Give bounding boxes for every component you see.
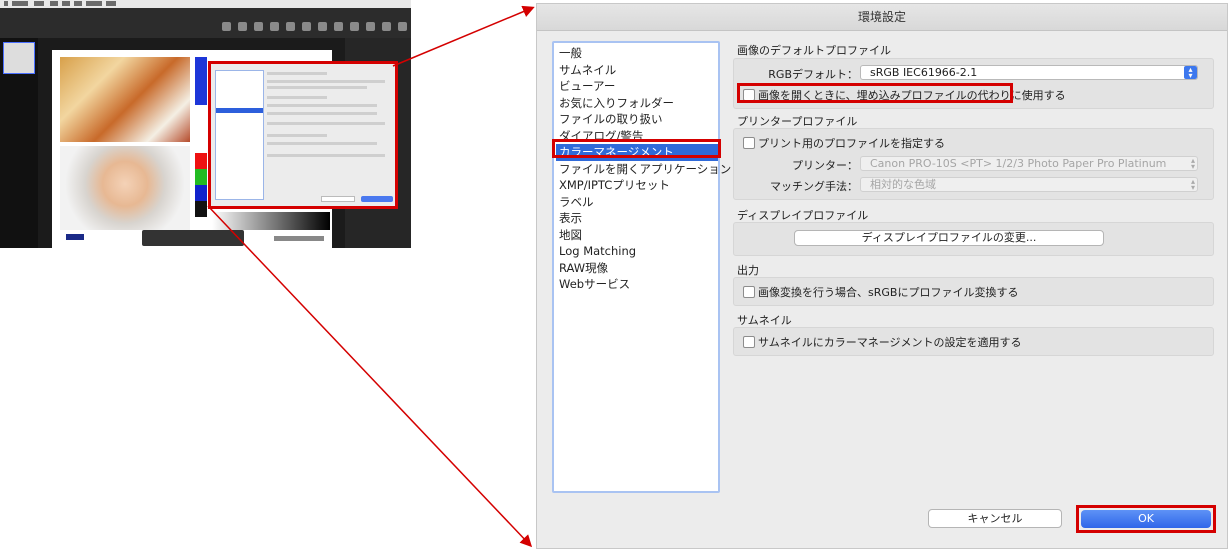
thumbnail-preferences-dialog — [208, 61, 398, 209]
category-item-web-services[interactable]: Webサービス — [556, 276, 718, 293]
category-item-display[interactable]: 表示 — [556, 210, 718, 227]
color-strip — [195, 57, 207, 217]
printer-value: Canon PRO-10S <PT> 1/2/3 Photo Paper Pro… — [870, 157, 1167, 170]
display-profile-group: ディスプレイプロファイルの変更... — [733, 222, 1214, 256]
printer-profile-label: プリント用のプロファイルを指定する — [758, 137, 945, 150]
category-item-log-matching[interactable]: Log Matching — [556, 243, 718, 260]
arrow-to-dialog-bottom — [207, 205, 533, 548]
food-photo — [60, 57, 190, 142]
category-item-color-management[interactable]: カラーマネージメント — [556, 144, 718, 161]
default-profile-group: RGBデフォルト： sRGB IEC61966-2.1 ▴ ▾ 画像を開くときに、… — [733, 58, 1214, 109]
printer-profile-group: プリント用のプロファイルを指定する プリンター： Canon PRO-10S <… — [733, 128, 1214, 200]
category-item-open-with[interactable]: ファイルを開くアプリケーション — [556, 161, 731, 178]
category-item-xmp-presets[interactable]: XMP/IPTCプリセット — [556, 177, 718, 194]
category-item-label[interactable]: ラベル — [556, 194, 718, 211]
category-item-favorites[interactable]: お気に入りフォルダー — [556, 95, 718, 112]
thumbnail-title: サムネイル — [737, 314, 792, 327]
chevron-updown-icon: ▴ ▾ — [1190, 156, 1195, 171]
brand-logo — [66, 234, 84, 240]
chevron-updown-icon: ▴ ▾ — [1190, 177, 1195, 192]
cancel-button[interactable]: キャンセル — [928, 509, 1062, 528]
category-item-viewer[interactable]: ビューアー — [556, 78, 718, 95]
thumbnail-hud — [142, 230, 244, 246]
embedded-profile-checkbox[interactable] — [743, 89, 755, 101]
thumbnail-toolbar — [0, 8, 411, 38]
dialog-title: 環境設定 — [537, 4, 1227, 31]
category-item-map[interactable]: 地図 — [556, 227, 718, 244]
matching-method-label: マッチング手法： — [770, 180, 858, 193]
default-profile-title: 画像のデフォルトプロファイル — [737, 44, 891, 57]
category-item-file-handling[interactable]: ファイルの取り扱い — [556, 111, 718, 128]
rgb-default-select[interactable]: sRGB IEC61966-2.1 ▴ ▾ — [860, 65, 1198, 80]
category-item-thumbnail[interactable]: サムネイル — [556, 62, 718, 79]
app-screenshot-thumbnail — [0, 0, 411, 248]
thumbnail-cm-label: サムネイルにカラーマネージメントの設定を適用する — [758, 336, 1022, 349]
change-display-profile-button[interactable]: ディスプレイプロファイルの変更... — [794, 230, 1104, 246]
convert-srgb-label: 画像変換を行う場合、sRGBにプロファイル変換する — [758, 286, 1019, 299]
thumbnail-cm-checkbox[interactable] — [743, 336, 755, 348]
arrow-to-dialog-top — [392, 5, 535, 67]
category-item-dialogs[interactable]: ダイアログ/警告 — [556, 128, 718, 145]
preferences-dialog: 環境設定 一般 サムネイル ビューアー お気に入りフォルダー ファイルの取り扱い… — [536, 3, 1228, 549]
printer-profile-checkbox[interactable] — [743, 137, 755, 149]
output-title: 出力 — [737, 264, 759, 277]
thumbnail-menubar — [0, 0, 411, 8]
matching-method-value: 相対的な色域 — [870, 178, 936, 191]
matching-method-select[interactable]: 相対的な色域 ▴ ▾ — [860, 177, 1198, 192]
child-photo — [60, 146, 190, 230]
thumbnail-group: サムネイルにカラーマネージメントの設定を適用する — [733, 327, 1214, 356]
printer-select[interactable]: Canon PRO-10S <PT> 1/2/3 Photo Paper Pro… — [860, 156, 1198, 171]
printer-profile-title: プリンタープロファイル — [737, 115, 858, 128]
gray-ramp — [212, 212, 330, 230]
sample-caption — [274, 236, 324, 241]
convert-srgb-checkbox[interactable] — [743, 286, 755, 298]
rgb-default-label: RGBデフォルト： — [768, 68, 858, 81]
category-item-raw[interactable]: RAW現像 — [556, 260, 718, 277]
ok-highlight: OK — [1076, 505, 1216, 533]
rgb-default-value: sRGB IEC61966-2.1 — [870, 66, 978, 79]
display-profile-title: ディスプレイプロファイル — [737, 209, 869, 222]
category-item-general[interactable]: 一般 — [556, 45, 718, 62]
embedded-profile-label: 画像を開くときに、埋め込みプロファイルの代わりに使用する — [758, 89, 1066, 102]
chevron-updown-icon: ▴ ▾ — [1184, 66, 1197, 79]
printer-label: プリンター： — [792, 159, 858, 172]
ok-button[interactable]: OK — [1081, 510, 1211, 528]
thumbnail-mini-image — [3, 42, 35, 74]
output-group: 画像変換を行う場合、sRGBにプロファイル変換する — [733, 277, 1214, 306]
category-list[interactable]: 一般 サムネイル ビューアー お気に入りフォルダー ファイルの取り扱い ダイアロ… — [552, 41, 731, 493]
